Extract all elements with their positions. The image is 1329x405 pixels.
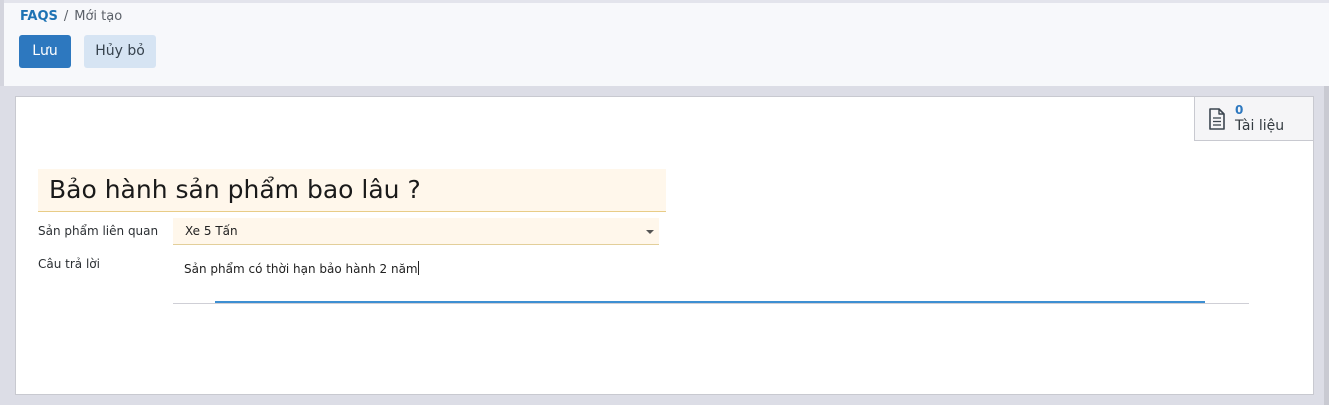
- question-title-field[interactable]: Bảo hành sản phẩm bao lâu ?: [38, 169, 666, 212]
- question-title-value: Bảo hành sản phẩm bao lâu ?: [49, 175, 421, 204]
- breadcrumb-link-faqs[interactable]: FAQS: [20, 9, 58, 24]
- breadcrumb: FAQS / Mới tạo: [20, 9, 122, 25]
- documents-smart-button[interactable]: 0 Tài liệu: [1194, 96, 1314, 141]
- form-sheet-background: 0 Tài liệu Bảo hành sản phẩm bao lâu ? S…: [4, 86, 1324, 405]
- breadcrumb-separator: /: [63, 9, 69, 24]
- related-product-label: Sản phẩm liên quan: [38, 224, 159, 238]
- save-button[interactable]: Lưu: [19, 35, 71, 68]
- vertical-scrollbar[interactable]: [1324, 86, 1329, 405]
- answer-textarea[interactable]: Sản phẩm có thời hạn bảo hành 2 năm: [184, 261, 419, 276]
- breadcrumb-current: Mới tạo: [74, 9, 123, 24]
- related-product-select[interactable]: Xe 5 Tấn: [173, 218, 659, 245]
- document-icon: [1209, 108, 1225, 130]
- documents-count: 0: [1235, 103, 1244, 117]
- answer-value: Sản phẩm có thời hạn bảo hành 2 năm: [184, 262, 418, 276]
- text-cursor: [417, 261, 419, 275]
- form-sheet: 0 Tài liệu Bảo hành sản phẩm bao lâu ? S…: [15, 96, 1314, 395]
- control-panel: FAQS / Mới tạo Lưu Hủy bỏ: [0, 0, 1329, 86]
- related-product-value: Xe 5 Tấn: [185, 224, 238, 238]
- cancel-button[interactable]: Hủy bỏ: [84, 35, 156, 68]
- answer-field-underline: [173, 303, 1249, 304]
- answer-field-focus-line: [215, 301, 1205, 303]
- documents-label: Tài liệu: [1235, 118, 1285, 134]
- answer-label: Câu trả lời: [38, 257, 100, 271]
- dropdown-caret-icon[interactable]: [646, 230, 654, 234]
- top-edge: [4, 0, 1329, 3]
